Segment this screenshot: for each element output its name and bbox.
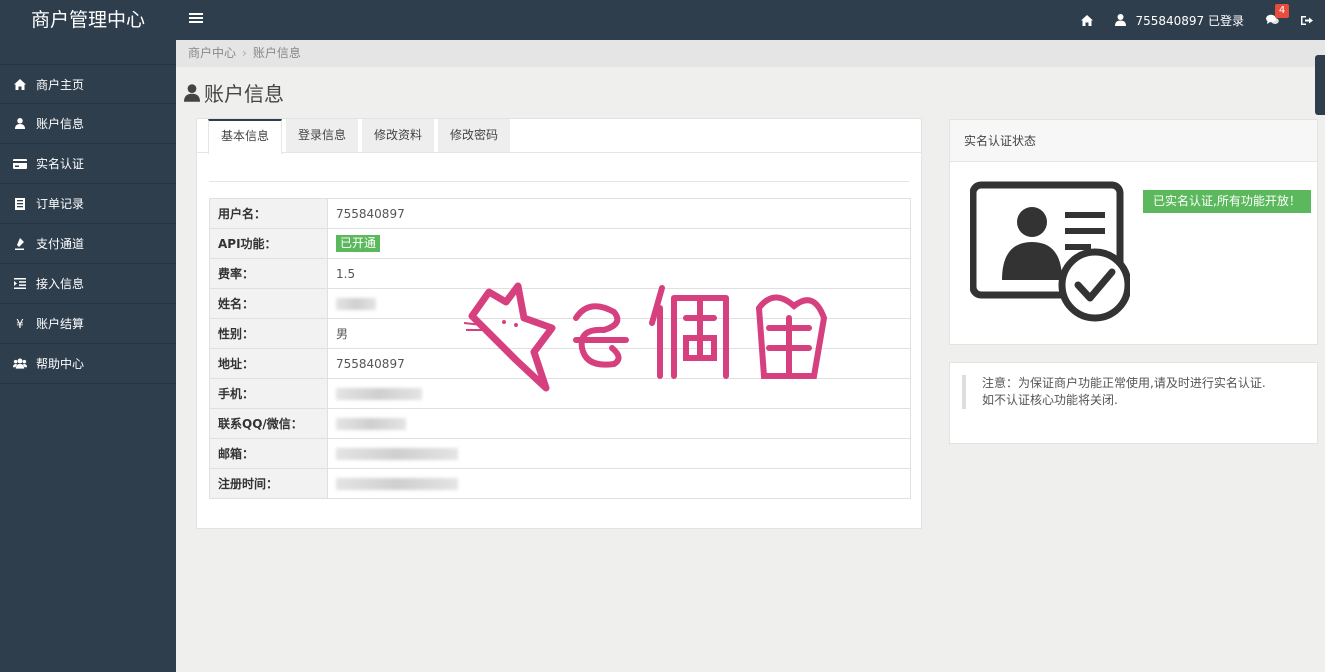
yen-icon: ¥	[16, 316, 24, 331]
table-row: 用户名： 755840897	[209, 198, 911, 229]
notice-text: 注意：为保证商户功能正常使用,请及时进行实名认证. 如不认证核心功能将关闭.	[962, 375, 1266, 409]
credit-card-icon	[13, 157, 27, 171]
field-label: 用户名：	[209, 198, 328, 229]
user-menu[interactable]: 755840897 已登录	[1104, 0, 1255, 40]
sidebar-item-account[interactable]: 账户信息	[0, 104, 176, 144]
breadcrumb-separator-icon: ›	[242, 46, 247, 60]
sidebar-item-label: 接入信息	[36, 277, 85, 291]
logout-button[interactable]	[1290, 0, 1325, 40]
tab-edit-profile[interactable]: 修改资料	[362, 119, 435, 152]
user-icon	[1115, 14, 1127, 26]
sidebar-item-payment-channel[interactable]: 支付通道	[0, 224, 176, 264]
sidebar-item-label: 订单记录	[36, 197, 85, 211]
field-label: 姓名：	[209, 288, 328, 319]
notice-panel: 注意：为保证商户功能正常使用,请及时进行实名认证. 如不认证核心功能将关闭.	[949, 362, 1318, 444]
user-icon	[184, 83, 200, 102]
sidebar-item-access-info[interactable]: 接入信息	[0, 264, 176, 304]
tab-bar: 基本信息 登录信息 修改资料 修改密码	[197, 119, 921, 154]
tab-change-password[interactable]: 修改密码	[438, 119, 511, 152]
field-value-cell: 已开通	[327, 228, 911, 259]
field-value-redacted	[327, 438, 911, 469]
user-label: 755840897 已登录	[1135, 13, 1244, 28]
verification-status-panel: 实名认证状态 已实名认证,所有功能开放！	[949, 119, 1318, 345]
message-count-badge: 4	[1275, 4, 1289, 18]
divider	[209, 181, 909, 182]
messages-button[interactable]: 4	[1255, 0, 1290, 40]
indent-icon	[13, 277, 27, 291]
field-label: 费率：	[209, 258, 328, 289]
table-row: 注册时间：	[209, 468, 911, 499]
api-status-badge: 已开通	[336, 235, 381, 252]
tab-basic-info[interactable]: 基本信息	[208, 119, 283, 154]
field-value-redacted	[327, 468, 911, 499]
list-icon	[13, 197, 27, 211]
menu-toggle-icon[interactable]	[189, 13, 203, 25]
sidebar-item-help[interactable]: 帮助中心	[0, 344, 176, 384]
users-icon	[13, 357, 27, 371]
field-value-redacted	[327, 408, 911, 439]
table-row: 邮箱：	[209, 438, 911, 469]
page-title: 账户信息	[184, 78, 284, 107]
sidebar-item-settlement[interactable]: ¥ 账户结算	[0, 304, 176, 344]
side-scroll-handle[interactable]	[1315, 55, 1325, 115]
top-right-menu: 755840897 已登录 4	[1070, 0, 1325, 40]
breadcrumb: 商户中心 › 账户信息	[176, 40, 1325, 67]
panel-title: 实名认证状态	[950, 120, 1317, 162]
field-label: 邮箱：	[209, 438, 328, 469]
field-label: 注册时间：	[209, 468, 328, 499]
watermark-logo	[464, 282, 828, 392]
user-icon	[13, 117, 27, 131]
table-row: 联系QQ/微信：	[209, 408, 911, 439]
top-navbar: 商户管理中心 755840897 已登录 4	[0, 0, 1325, 40]
field-label: 地址：	[209, 348, 328, 379]
id-card-verified-icon	[970, 181, 1130, 322]
brand-title[interactable]: 商户管理中心	[0, 0, 176, 40]
field-label: 性别：	[209, 318, 328, 349]
home-link[interactable]	[1070, 0, 1104, 40]
sidebar-item-orders[interactable]: 订单记录	[0, 184, 176, 224]
notice-line: 注意：为保证商户功能正常使用,请及时进行实名认证.	[982, 376, 1266, 390]
table-row: API功能： 已开通	[209, 228, 911, 259]
sidebar-item-label: 商户主页	[36, 77, 85, 92]
breadcrumb-root-link[interactable]: 商户中心	[188, 40, 236, 67]
sign-out-icon	[1301, 15, 1313, 25]
sidebar: 商户主页 账户信息 实名认证 订单记录 支付通道 接入信息 ¥ 账户结算 帮助中…	[0, 40, 176, 672]
tab-login-info[interactable]: 登录信息	[286, 119, 359, 152]
home-icon	[1081, 14, 1094, 26]
verification-status-badge: 已实名认证,所有功能开放！	[1143, 190, 1311, 213]
field-label: 手机：	[209, 378, 328, 409]
sidebar-item-verification[interactable]: 实名认证	[0, 144, 176, 184]
sidebar-item-label: 账户信息	[36, 117, 85, 131]
field-value: 755840897	[327, 198, 911, 229]
sidebar-item-home[interactable]: 商户主页	[0, 64, 176, 104]
field-label: API功能：	[209, 228, 328, 259]
sidebar-item-label: 支付通道	[36, 237, 85, 251]
sidebar-item-label: 账户结算	[36, 317, 85, 331]
notice-line: 如不认证核心功能将关闭.	[982, 393, 1118, 407]
breadcrumb-current: 账户信息	[252, 46, 301, 60]
home-icon	[13, 77, 27, 91]
sidebar-item-label: 实名认证	[36, 157, 85, 171]
gavel-icon	[13, 237, 27, 251]
sidebar-item-label: 帮助中心	[36, 357, 85, 371]
page-title-text: 账户信息	[204, 82, 284, 106]
field-label: 联系QQ/微信：	[209, 408, 328, 439]
